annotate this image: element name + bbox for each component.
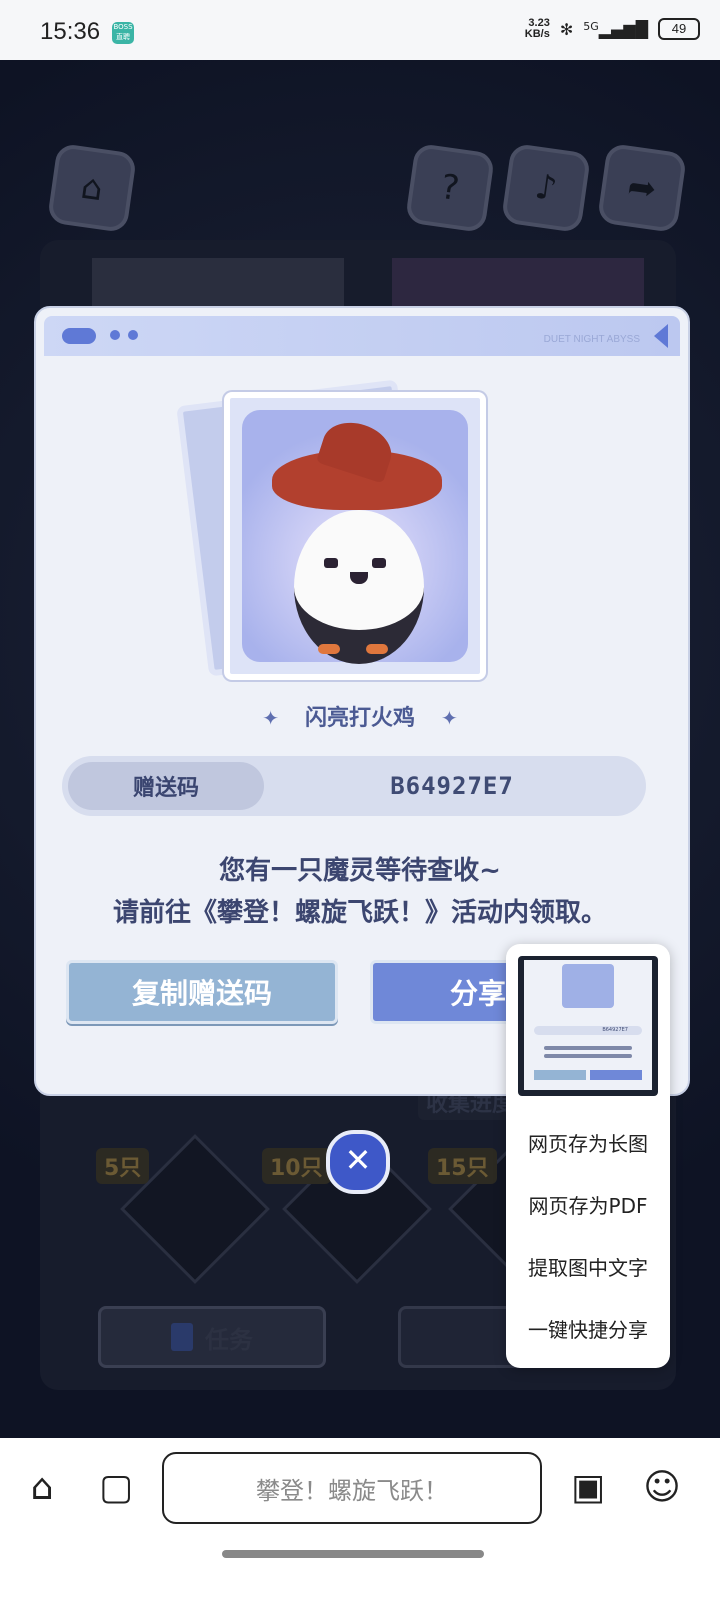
status-time: 15:36 xyxy=(40,18,101,45)
creature-body xyxy=(294,510,424,664)
home-icon[interactable]: ⌂ xyxy=(46,142,138,234)
status-right: 3.23 KB/s ✻ 5G▂▄▆█ 49 xyxy=(525,18,700,40)
sparkle-icon: ✦ xyxy=(262,706,279,730)
menu-quick-share[interactable]: 一键快捷分享 xyxy=(506,1314,670,1343)
menu-extract-text[interactable]: 提取图中文字 xyxy=(506,1252,670,1281)
task-label: 任务 xyxy=(205,1325,253,1354)
battery-icon: 49 xyxy=(658,18,700,40)
address-bar[interactable]: 攀登！螺旋飞跃！ xyxy=(162,1452,542,1524)
milestone-label: 10只 xyxy=(262,1148,331,1184)
bluetooth-icon: ✻ xyxy=(559,19,574,39)
creature-card xyxy=(224,392,486,680)
gift-code-label: 赠送码 xyxy=(68,762,264,810)
thumbnail-code: B64927E7 xyxy=(602,1027,628,1033)
message-line-2: 请前往《攀登！螺旋飞跃！》活动内领取。 xyxy=(112,898,607,928)
speed-unit: KB/s xyxy=(524,28,550,40)
thumbnail-button xyxy=(534,1070,586,1080)
header-arrow-icon xyxy=(654,324,668,348)
card-art xyxy=(242,410,468,664)
address-text: 攀登！螺旋飞跃！ xyxy=(256,1476,448,1505)
home-indicator[interactable] xyxy=(222,1550,484,1558)
thumbnail-card xyxy=(562,964,614,1008)
network-type: 5G xyxy=(583,19,599,33)
home-icon[interactable]: ⌂ xyxy=(20,1466,64,1510)
creature-name-row: ✦ 闪亮打火鸡 ✦ xyxy=(34,700,686,732)
creature-eye xyxy=(372,558,386,568)
gift-code-value[interactable]: B64927E7 xyxy=(322,756,582,816)
creature-foot xyxy=(366,644,388,654)
creature-foot xyxy=(318,644,340,654)
milestone-label: 15只 xyxy=(428,1148,497,1184)
gift-code-bar: 赠送码 B64927E7 xyxy=(62,756,646,816)
status-bar: 15:36 BOSS直聘 3.23 KB/s ✻ 5G▂▄▆█ 49 xyxy=(0,0,720,60)
message-line-1: 您有一只魔灵等待查收~ xyxy=(219,856,501,886)
signal-icon: 5G▂▄▆█ xyxy=(583,19,648,39)
creature-eye xyxy=(324,558,338,568)
page-thumbnail[interactable]: B64927E7 xyxy=(518,956,658,1096)
tabs-icon[interactable]: ▢ xyxy=(94,1466,138,1510)
thumbnail-text xyxy=(544,1046,632,1050)
dialog-header: DUET NIGHT ABYSS xyxy=(44,316,680,356)
boss-app-icon: BOSS直聘 xyxy=(112,22,134,44)
header-pill xyxy=(62,328,96,344)
creature-name: 闪亮打火鸡 xyxy=(304,706,415,731)
thumbnail-button xyxy=(590,1070,642,1080)
task-icon xyxy=(171,1323,193,1351)
menu-save-long-image[interactable]: 网页存为长图 xyxy=(506,1128,670,1157)
task-button[interactable]: 任务 xyxy=(98,1306,326,1368)
assistant-icon[interactable]: ☺ xyxy=(640,1466,684,1510)
header-dot xyxy=(110,330,120,340)
network-speed: 3.23 KB/s xyxy=(525,18,550,40)
gift-message: 您有一只魔灵等待查收~ 请前往《攀登！螺旋飞跃！》活动内领取。 xyxy=(34,850,686,934)
thumbnail-page: B64927E7 xyxy=(524,960,652,1090)
share-icon[interactable]: ➦ xyxy=(596,142,688,234)
menu-save-pdf[interactable]: 网页存为PDF xyxy=(506,1190,670,1219)
help-icon[interactable]: ? xyxy=(404,142,496,234)
sparkle-icon: ✦ xyxy=(441,706,458,730)
music-icon[interactable]: ♪ xyxy=(500,142,592,234)
apps-icon[interactable]: ▣ xyxy=(566,1466,610,1510)
header-dot xyxy=(128,330,138,340)
brand-text: DUET NIGHT ABYSS xyxy=(543,334,640,345)
thumbnail-code-bar: B64927E7 xyxy=(534,1026,642,1035)
thumbnail-text xyxy=(544,1054,632,1058)
copy-code-button[interactable]: 复制赠送码 xyxy=(66,960,338,1024)
close-icon[interactable]: ✕ xyxy=(326,1130,390,1194)
milestone-label: 5只 xyxy=(96,1148,150,1184)
share-popup-menu: B64927E7 网页存为长图 网页存为PDF 提取图中文字 一键快捷分享 xyxy=(506,944,670,1368)
